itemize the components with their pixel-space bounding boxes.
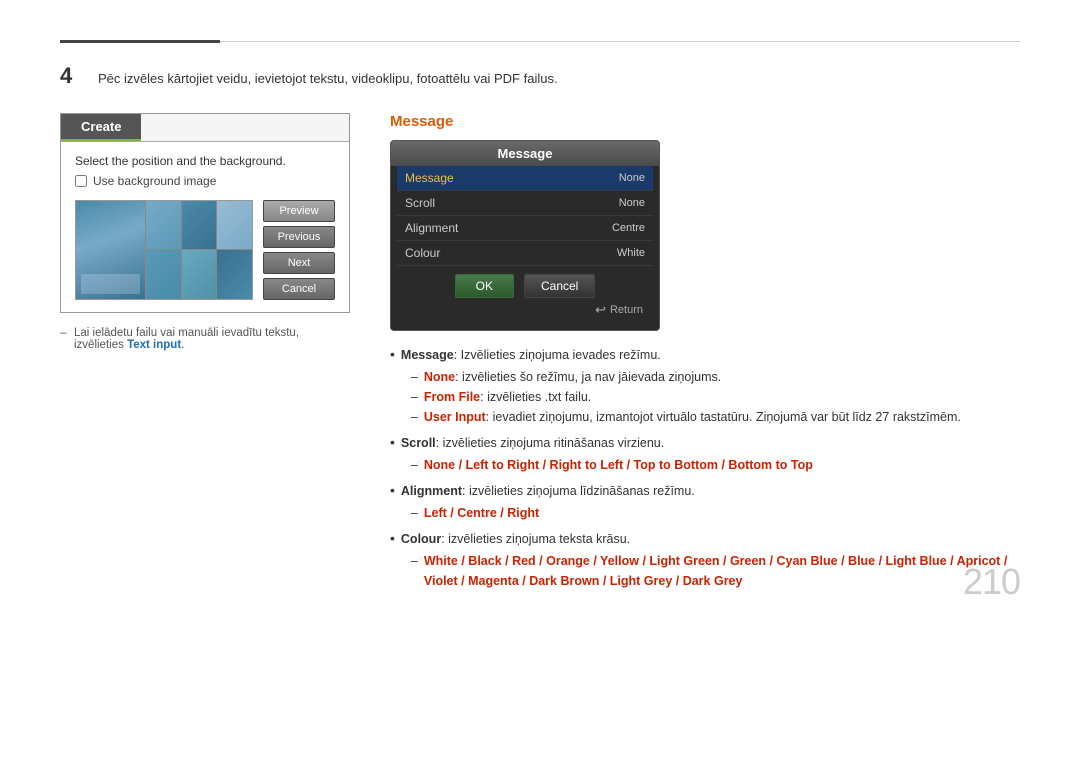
step-row: 4 Pēc izvēles kārtojiet veidu, ievietojo…: [60, 63, 1020, 89]
create-content-area: Preview Previous Next Cancel: [75, 200, 335, 300]
dialog-value-message: None: [619, 172, 645, 184]
thumb-large: [76, 201, 145, 299]
sub-none: None: izvēlieties šo režīmu, ja nav jāie…: [411, 367, 961, 387]
sub-user-input-label: User Input: [424, 410, 486, 424]
bullet-scroll-label: Scroll: [401, 436, 436, 450]
sub-list-message: None: izvēlieties šo režīmu, ja nav jāie…: [411, 367, 961, 427]
colour-options-text: White / Black / Red / Orange / Yellow / …: [424, 551, 1020, 591]
sub-list-alignment: Left / Centre / Right: [411, 503, 695, 523]
bullet-message-label: Message: [401, 348, 454, 362]
dialog-label-scroll: Scroll: [405, 196, 435, 210]
sub-from-file-label: From File: [424, 390, 480, 404]
checkbox-row[interactable]: Use background image: [75, 174, 335, 188]
dialog-label-message: Message: [405, 171, 454, 185]
thumb-sm-6: [217, 250, 252, 299]
left-panel: Create Select the position and the backg…: [60, 113, 350, 597]
sub-alignment-options: Left / Centre / Right: [411, 503, 695, 523]
dialog-label-colour: Colour: [405, 246, 440, 260]
bottom-note: Lai ielādetu failu vai manuāli ievadītu …: [60, 327, 350, 351]
background-image-checkbox[interactable]: [75, 175, 87, 187]
return-icon: ↩: [595, 302, 606, 318]
right-panel: Message Message Message None Scroll None…: [390, 113, 1020, 597]
sub-list-colour: White / Black / Red / Orange / Yellow / …: [411, 551, 1020, 591]
bullet-alignment: Alignment: izvēlieties ziņojuma līdzināš…: [390, 481, 1020, 525]
top-rules: [60, 40, 1020, 43]
bullet-colour: Colour: izvēlieties ziņojuma teksta krās…: [390, 529, 1020, 593]
dialog-return-row: ↩ Return: [397, 298, 653, 322]
bullet-colour-text: : izvēlieties ziņojuma teksta krāsu.: [441, 532, 630, 546]
dialog-cancel-button[interactable]: Cancel: [524, 274, 595, 298]
bullet-alignment-content: Alignment: izvēlieties ziņojuma līdzināš…: [401, 481, 695, 525]
rule-light: [220, 41, 1020, 42]
bullet-alignment-text: : izvēlieties ziņojuma līdzināšanas režī…: [462, 484, 695, 498]
dialog-row-message[interactable]: Message None: [397, 166, 653, 191]
dialog-value-colour: White: [617, 247, 645, 259]
thumb-sm-3: [217, 201, 252, 250]
scroll-options-text: None / Left to Right / Right to Left / T…: [424, 455, 813, 475]
create-box: Create Select the position and the backg…: [60, 113, 350, 313]
thumb-sm-4: [146, 250, 181, 299]
section-title: Message: [390, 113, 1020, 130]
sub-none-label: None: [424, 370, 455, 384]
sub-none-text: : izvēlieties šo režīmu, ja nav jāievada…: [455, 370, 721, 384]
sub-user-input: User Input: ievadiet ziņojumu, izmantojo…: [411, 407, 961, 427]
bullet-list: Message: Izvēlieties ziņojuma ievades re…: [390, 345, 1020, 593]
thumbnail-grid: [75, 200, 253, 300]
main-content: Create Select the position and the backg…: [60, 113, 1020, 597]
dialog-row-scroll[interactable]: Scroll None: [397, 191, 653, 216]
bullet-colour-content: Colour: izvēlieties ziņojuma teksta krās…: [401, 529, 1020, 593]
sub-from-file-text: : izvēlieties .txt failu.: [480, 390, 591, 404]
checkbox-label: Use background image: [93, 174, 216, 188]
message-dialog: Message Message None Scroll None Alignme…: [390, 140, 660, 331]
dialog-btn-row: OK Cancel: [397, 274, 653, 298]
dialog-ok-button[interactable]: OK: [455, 274, 514, 298]
page-number: 210: [963, 561, 1020, 603]
thumb-sm-5: [182, 250, 217, 299]
bullet-colour-label: Colour: [401, 532, 441, 546]
create-inner: Select the position and the background. …: [61, 141, 349, 312]
dialog-label-alignment: Alignment: [405, 221, 458, 235]
bullet-scroll-content: Scroll: izvēlieties ziņojuma ritināšanas…: [401, 433, 813, 477]
sub-list-scroll: None / Left to Right / Right to Left / T…: [411, 455, 813, 475]
create-tab: Create: [61, 114, 141, 141]
text-input-link[interactable]: Text input: [127, 339, 181, 351]
dialog-body: Message None Scroll None Alignment Centr…: [391, 166, 659, 330]
create-label: Select the position and the background.: [75, 154, 335, 168]
dialog-row-alignment[interactable]: Alignment Centre: [397, 216, 653, 241]
bullet-message-text: : Izvēlieties ziņojuma ievades režīmu.: [454, 348, 661, 362]
step-text: Pēc izvēles kārtojiet veidu, ievietojot …: [98, 63, 558, 89]
sub-from-file: From File: izvēlieties .txt failu.: [411, 387, 961, 407]
thumb-sm-1: [146, 201, 181, 250]
bullet-scroll-text: : izvēlieties ziņojuma ritināšanas virzi…: [436, 436, 665, 450]
dialog-titlebar: Message: [391, 141, 659, 166]
thumb-sm-2: [182, 201, 217, 250]
cancel-button[interactable]: Cancel: [263, 278, 335, 300]
grid-layout: [76, 201, 252, 299]
bottom-note-suffix: .: [181, 339, 184, 351]
rule-dark: [60, 40, 220, 43]
next-button[interactable]: Next: [263, 252, 335, 274]
return-label: Return: [610, 304, 643, 316]
dialog-row-colour[interactable]: Colour White: [397, 241, 653, 266]
image-preview-area: [75, 200, 253, 300]
sub-user-input-text: : ievadiet ziņojumu, izmantojot virtuālo…: [486, 410, 961, 424]
bottom-note-prefix: Lai ielādetu failu vai manuāli ievadītu …: [74, 327, 299, 351]
sub-scroll-options: None / Left to Right / Right to Left / T…: [411, 455, 813, 475]
bullet-message: Message: Izvēlieties ziņojuma ievades re…: [390, 345, 1020, 429]
dialog-value-scroll: None: [619, 197, 645, 209]
preview-inactive-button[interactable]: Preview: [263, 200, 335, 222]
bullet-alignment-label: Alignment: [401, 484, 462, 498]
buttons-col: Preview Previous Next Cancel: [263, 200, 335, 300]
bullet-scroll: Scroll: izvēlieties ziņojuma ritināšanas…: [390, 433, 1020, 477]
sub-colour-options: White / Black / Red / Orange / Yellow / …: [411, 551, 1020, 591]
previous-button[interactable]: Previous: [263, 226, 335, 248]
step-number: 4: [60, 63, 88, 87]
dialog-value-alignment: Centre: [612, 222, 645, 234]
alignment-options-text: Left / Centre / Right: [424, 503, 539, 523]
bullet-message-content: Message: Izvēlieties ziņojuma ievades re…: [401, 345, 961, 429]
